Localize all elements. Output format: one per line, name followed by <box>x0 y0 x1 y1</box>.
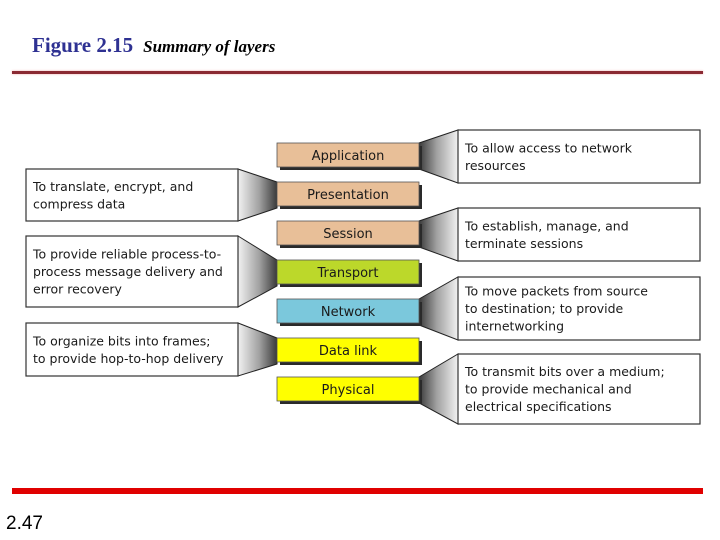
callout-application: To allow access to network resources <box>457 129 701 184</box>
callout-network: To move packets from source to destinatio… <box>457 276 701 341</box>
callout-text-line: To provide reliable process-to- <box>32 247 221 262</box>
callout-text-line: To establish, manage, and <box>464 218 629 233</box>
callout-text-line: to provide mechanical and <box>465 382 632 397</box>
callout-text-line: To organize bits into frames; <box>32 333 210 348</box>
connector-application <box>418 129 459 184</box>
callout-text-line: process message delivery and <box>33 264 223 279</box>
callout-box <box>25 322 239 377</box>
layer-application: Application <box>276 142 422 170</box>
layer-physical: Physical <box>276 376 422 404</box>
bottom-divider <box>12 488 703 494</box>
callout-text-line: To move packets from source <box>464 284 648 299</box>
layer-label: Presentation <box>307 188 389 203</box>
callout-physical: To transmit bits over a medium; to provid… <box>457 353 701 425</box>
callout-text-line: electrical specifications <box>465 399 612 414</box>
layer-data-link: Data link <box>276 337 422 365</box>
callout-data-link: To organize bits into frames; to provide … <box>25 322 239 377</box>
callout-text-line: To translate, encrypt, and <box>32 179 193 194</box>
connector-presentation <box>237 168 278 222</box>
callout-text-line: resources <box>465 158 526 173</box>
layer-label: Data link <box>319 344 378 359</box>
callout-session: To establish, manage, and terminate sessi… <box>457 207 701 262</box>
connector-network <box>418 276 459 341</box>
page-number: 2.47 <box>6 513 43 534</box>
connector-session <box>418 207 459 262</box>
connector-transport <box>237 235 278 308</box>
callout-text-line: To transmit bits over a medium; <box>464 364 665 379</box>
layer-diagram: Application Presentation Session Transport N… <box>25 129 701 425</box>
connector-physical <box>418 353 459 425</box>
layer-network: Network <box>276 298 422 326</box>
callout-text-line: To allow access to network <box>464 140 633 155</box>
callout-text-line: error recovery <box>33 282 123 297</box>
callout-presentation: To translate, encrypt, and compress data <box>25 168 239 222</box>
callout-text-line: compress data <box>33 196 125 211</box>
callout-text-line: to destination; to provide <box>465 301 624 316</box>
callout-box <box>25 168 239 222</box>
layer-label: Application <box>312 149 385 164</box>
layer-transport: Transport <box>276 259 422 287</box>
layer-label: Network <box>321 305 376 320</box>
callout-box <box>457 129 701 184</box>
layer-label: Session <box>323 227 373 242</box>
layer-label: Transport <box>316 266 378 281</box>
callout-box <box>457 207 701 262</box>
layer-session: Session <box>276 220 422 248</box>
callout-text-line: internetworking <box>465 319 564 334</box>
callout-text-line: terminate sessions <box>465 236 583 251</box>
layer-presentation: Presentation <box>276 181 422 209</box>
layer-label: Physical <box>322 383 375 398</box>
callout-transport: To provide reliable process-to-process m… <box>25 235 239 308</box>
connector-data-link <box>237 322 278 377</box>
callout-text-line: to provide hop-to-hop delivery <box>33 351 224 366</box>
